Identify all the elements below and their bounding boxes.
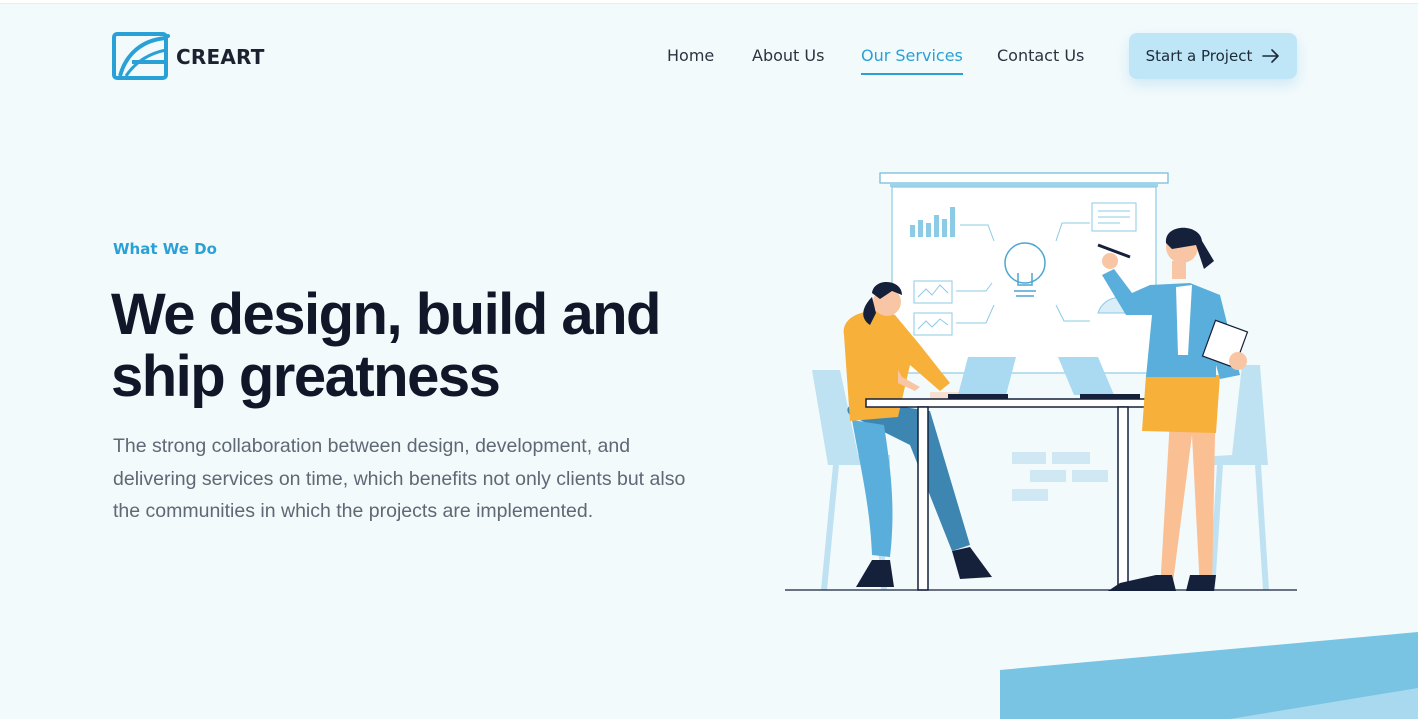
decorative-wedge: [1000, 632, 1418, 719]
